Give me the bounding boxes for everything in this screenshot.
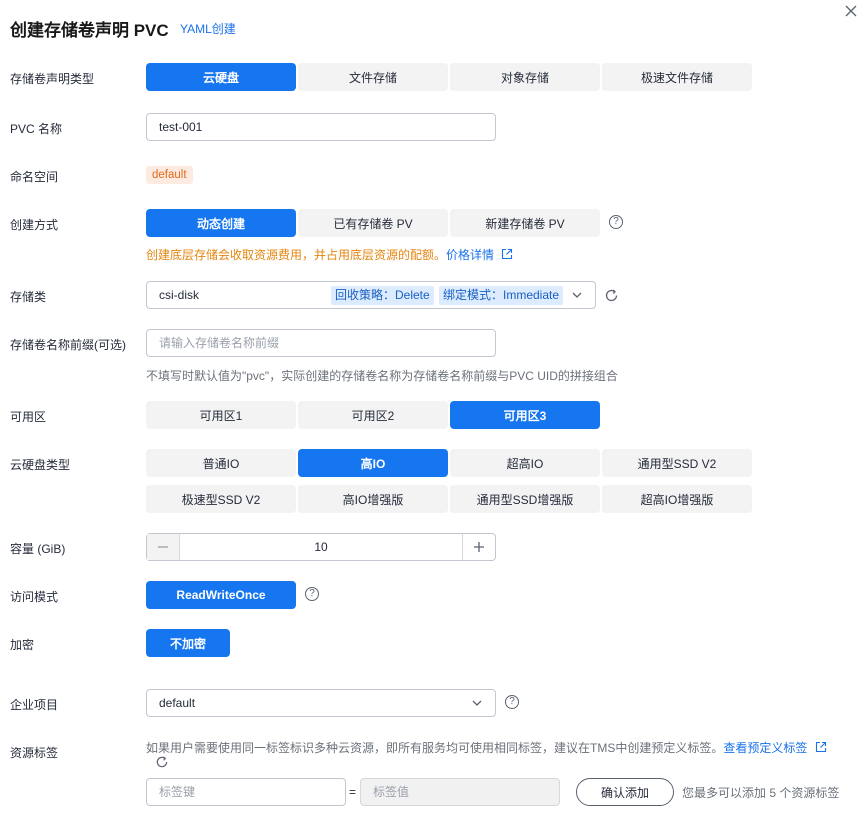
encryption-label: 加密 (10, 638, 35, 652)
close-icon[interactable] (842, 2, 860, 20)
resource-tags-hint-text: 如果用户需要使用同一标签标识多种云资源，即所有服务均可使用相同标签，建议在TMS… (146, 741, 724, 755)
binding-mode-badge: 绑定模式：Immediate (439, 286, 564, 305)
pvc-type-sfs-turbo[interactable]: 极速文件存储 (602, 63, 752, 91)
capacity-value[interactable]: 10 (179, 540, 463, 554)
disk-type-label: 云硬盘类型 (10, 458, 71, 472)
page-title: 创建存储卷声明 PVC (10, 21, 169, 40)
capacity-stepper[interactable]: 10 (146, 533, 496, 561)
disk-type-ssd[interactable]: 超高IO (450, 449, 600, 477)
create-mode-label: 创建方式 (10, 218, 59, 232)
volume-prefix-label: 存储卷名称前缀(可选) (10, 338, 126, 352)
create-mode-hint: 创建底层存储会收取资源费用，并占用底层资源的配额。价格详情 (146, 246, 513, 263)
disk-type-gpssd-v2[interactable]: 通用型SSD V2 (602, 449, 752, 477)
namespace-label: 命名空间 (10, 170, 59, 184)
access-mode-rwo[interactable]: ReadWriteOnce (146, 581, 296, 609)
create-mode-new-pv[interactable]: 新建存储卷 PV (450, 209, 600, 237)
enterprise-project-help-icon[interactable]: ? (505, 695, 519, 709)
zone-option-1[interactable]: 可用区1 (146, 401, 296, 429)
plus-icon[interactable] (462, 534, 495, 560)
zone-label: 可用区 (10, 410, 47, 424)
tag-equals-sign: = (349, 785, 357, 799)
volume-prefix-input[interactable] (146, 329, 496, 357)
disk-type-sas-enhanced[interactable]: 高IO增强版 (298, 485, 448, 513)
price-details-link[interactable]: 价格详情 (446, 248, 494, 262)
pvc-type-label: 存储卷声明类型 (10, 72, 95, 86)
reclaim-policy-badge: 回收策略：Delete (331, 286, 434, 305)
refresh-icon[interactable] (604, 288, 619, 303)
resource-tags-hint: 如果用户需要使用同一标签标识多种云资源，即所有服务均可使用相同标签，建议在TMS… (146, 739, 846, 756)
pvc-name-label: PVC 名称 (10, 122, 63, 136)
disk-type-gpssd-enhanced[interactable]: 通用型SSD增强版 (450, 485, 600, 513)
predefined-tags-link[interactable]: 查看预定义标签 (723, 741, 807, 755)
namespace-tag: default (146, 166, 193, 184)
pvc-type-sfs[interactable]: 文件存储 (298, 63, 448, 91)
create-mode-hint-text: 创建底层存储会收取资源费用，并占用底层资源的配额。 (146, 248, 447, 262)
access-mode-label: 访问模式 (10, 590, 59, 604)
disk-type-sas[interactable]: 高IO (298, 449, 448, 477)
enterprise-project-select[interactable]: default (146, 689, 496, 717)
external-link-icon[interactable] (815, 741, 827, 753)
capacity-label: 容量 (GiB) (10, 542, 66, 556)
zone-option-2[interactable]: 可用区2 (298, 401, 448, 429)
disk-type-sata[interactable]: 普通IO (146, 449, 296, 477)
disk-type-ssd-enhanced[interactable]: 超高IO增强版 (602, 485, 752, 513)
external-link-icon[interactable] (501, 248, 513, 260)
disk-type-essd-v2[interactable]: 极速型SSD V2 (146, 485, 296, 513)
resource-tags-label: 资源标签 (10, 746, 59, 760)
enterprise-project-label: 企业项目 (10, 698, 59, 712)
create-mode-help-icon[interactable]: ? (609, 215, 623, 229)
chevron-down-icon (572, 292, 582, 298)
tag-limit-text: 您最多可以添加 5 个资源标签 (682, 786, 840, 800)
encryption-none[interactable]: 不加密 (146, 629, 230, 657)
access-mode-help-icon[interactable]: ? (305, 587, 319, 601)
storage-class-select[interactable]: csi-disk 回收策略：Delete 绑定模式：Immediate (146, 281, 596, 309)
volume-prefix-hint: 不填写时默认值为"pvc"，实际创建的存储卷名称为存储卷名称前缀与PVC UID… (146, 369, 618, 383)
storage-class-label: 存储类 (10, 290, 47, 304)
yaml-create-link[interactable]: YAML创建 (180, 20, 236, 37)
storage-class-value: csi-disk (159, 288, 200, 302)
zone-option-3[interactable]: 可用区3 (450, 401, 600, 429)
pvc-type-evs[interactable]: 云硬盘 (146, 63, 296, 91)
enterprise-project-value: default (159, 696, 196, 710)
minus-icon[interactable] (147, 534, 180, 560)
chevron-down-icon (472, 700, 482, 706)
pvc-type-obs[interactable]: 对象存储 (450, 63, 600, 91)
pvc-name-input[interactable] (146, 113, 496, 141)
refresh-icon[interactable] (155, 755, 169, 769)
create-mode-existing-pv[interactable]: 已有存储卷 PV (298, 209, 448, 237)
confirm-add-tag-button[interactable]: 确认添加 (576, 778, 674, 806)
tag-value-input[interactable] (360, 778, 560, 806)
tag-key-input[interactable] (146, 778, 346, 806)
create-mode-dynamic[interactable]: 动态创建 (146, 209, 296, 237)
